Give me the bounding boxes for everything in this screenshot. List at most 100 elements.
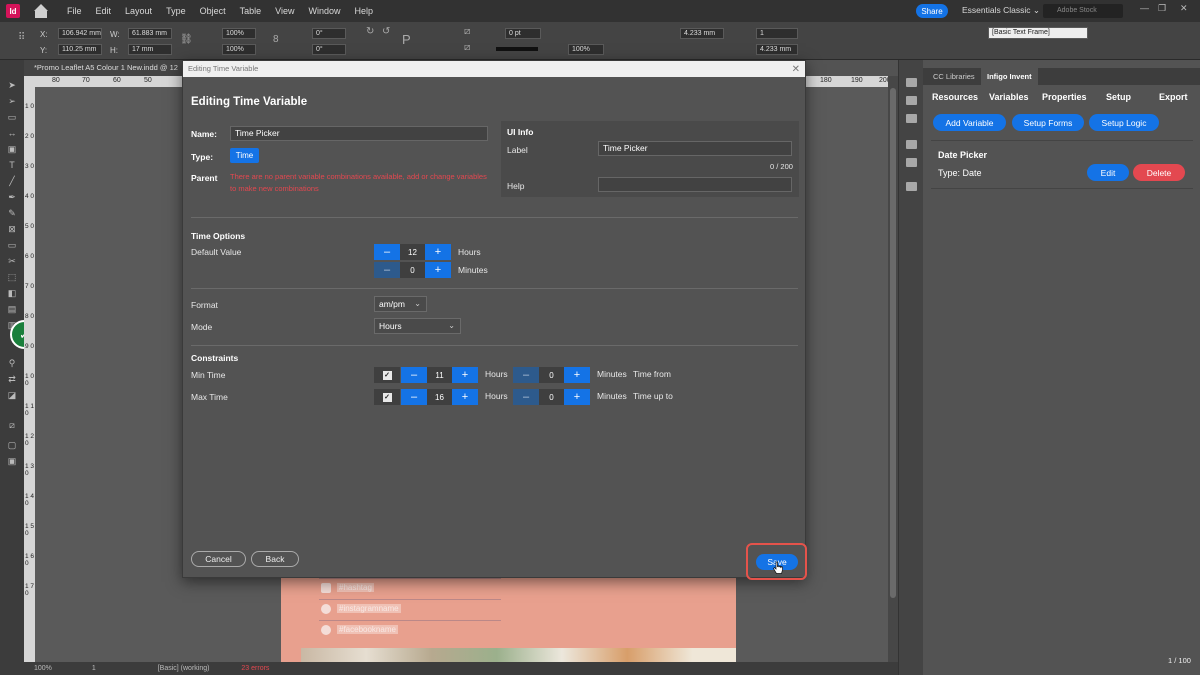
y-field[interactable]: 110.25 mm	[58, 44, 102, 55]
minimize-icon[interactable]: —	[1140, 3, 1149, 13]
x-field[interactable]: 106.942 mm	[58, 28, 102, 39]
setup-logic-button[interactable]: Setup Logic	[1089, 114, 1159, 131]
selection-tool-icon[interactable]: ➤	[6, 80, 18, 90]
layers-icon[interactable]	[906, 96, 917, 105]
adobe-stock-search[interactable]: Adobe Stock	[1043, 4, 1123, 18]
rotate-field[interactable]: 0°	[312, 28, 346, 39]
mode-select[interactable]: Hours ⌄	[374, 318, 461, 334]
tab-infigo-invent[interactable]: Infigo Invent	[981, 68, 1038, 85]
max-minutes-increment-button[interactable]: +	[564, 389, 590, 405]
default-minutes-value[interactable]: 0	[400, 262, 425, 278]
menu-table[interactable]: Table	[233, 6, 269, 16]
min-minutes-decrement-button[interactable]: –	[513, 367, 539, 383]
social-row-facebook[interactable]: #facebookname	[319, 620, 501, 640]
pencil-tool-icon[interactable]: ✎	[6, 208, 18, 218]
edit-variable-button[interactable]: Edit	[1087, 164, 1129, 181]
min-time-checkbox[interactable]: ✓	[374, 367, 400, 383]
apply-none-icon[interactable]: ⧄	[6, 420, 18, 430]
stroke-none-icon[interactable]: ⧄	[464, 42, 470, 53]
vertical-scrollbar[interactable]	[888, 76, 898, 662]
zoom-tool-icon[interactable]: ⚲	[6, 358, 18, 368]
close-icon[interactable]: ✕	[792, 62, 800, 78]
min-hours-increment-button[interactable]: +	[452, 367, 478, 383]
nav-resources[interactable]: Resources	[932, 92, 978, 102]
fill-stroke-swatch-icon[interactable]: ◪	[6, 390, 18, 400]
gap-field-1[interactable]: 4.233 mm	[680, 28, 724, 39]
zoom-level[interactable]: 100%	[34, 665, 52, 672]
label-input[interactable]: Time Picker	[598, 141, 792, 156]
page-number[interactable]: 1	[92, 665, 96, 672]
infigo-icon[interactable]	[906, 182, 917, 191]
scale-x-field[interactable]: 100%	[222, 28, 256, 39]
scale-y-field[interactable]: 100%	[222, 44, 256, 55]
workspace-switcher[interactable]: Essentials Classic ⌄	[962, 5, 1040, 16]
stroke-icon[interactable]	[906, 140, 917, 149]
maximize-icon[interactable]: ❐	[1158, 3, 1166, 14]
max-minutes-value[interactable]: 0	[539, 389, 564, 405]
min-hours-value[interactable]: 11	[427, 367, 452, 383]
scrollbar-thumb[interactable]	[890, 88, 896, 598]
rotate-cw-icon[interactable]: ↻	[366, 26, 374, 37]
gradient-tool-icon[interactable]: ◧	[6, 288, 18, 298]
menu-view[interactable]: View	[268, 6, 301, 16]
name-input[interactable]: Time Picker	[230, 126, 488, 141]
max-minutes-decrement-button[interactable]: –	[513, 389, 539, 405]
home-icon[interactable]	[34, 4, 48, 18]
min-hours-decrement-button[interactable]: –	[401, 367, 427, 383]
document-tab[interactable]: *Promo Leaflet A5 Colour 1 New.indd @ 12	[24, 60, 184, 76]
default-hours-value[interactable]: 12	[400, 244, 425, 260]
gap-field-2[interactable]: 4.233 mm	[756, 44, 798, 55]
opacity-field[interactable]: 100%	[568, 44, 604, 55]
indesign-app-icon[interactable]: Id	[6, 4, 20, 18]
preflight-profile[interactable]: [Basic] (working)	[158, 665, 210, 672]
columns-field[interactable]: 1	[756, 28, 798, 39]
close-window-icon[interactable]: ✕	[1180, 3, 1188, 14]
content-collector-icon[interactable]: ▣	[6, 144, 18, 154]
pen-tool-icon[interactable]: ✒	[6, 192, 18, 202]
direct-selection-tool-icon[interactable]: ➢	[6, 96, 18, 106]
help-input[interactable]	[598, 177, 792, 192]
default-hours-decrement-button[interactable]: –	[374, 244, 400, 260]
links-icon[interactable]	[906, 114, 917, 123]
object-style-select[interactable]: [Basic Text Frame]	[988, 27, 1088, 39]
setup-forms-button[interactable]: Setup Forms	[1012, 114, 1084, 131]
share-button[interactable]: Share	[916, 4, 948, 18]
nav-export[interactable]: Export	[1159, 92, 1188, 102]
max-hours-increment-button[interactable]: +	[452, 389, 478, 405]
swap-fill-stroke-icon[interactable]: ⇄	[6, 374, 18, 384]
selection-tool-p-icon[interactable]: P	[402, 32, 411, 47]
nav-setup[interactable]: Setup	[1106, 92, 1131, 102]
rectangle-frame-tool-icon[interactable]: ⊠	[6, 224, 18, 234]
menu-object[interactable]: Object	[193, 6, 233, 16]
back-button[interactable]: Back	[251, 551, 299, 567]
social-row-instagram[interactable]: #instagramname	[319, 599, 501, 619]
default-hours-increment-button[interactable]: +	[425, 244, 451, 260]
cancel-button[interactable]: Cancel	[191, 551, 246, 567]
nav-properties[interactable]: Properties	[1042, 92, 1087, 102]
preflight-errors[interactable]: 23 errors	[241, 665, 269, 672]
gap-tool-icon[interactable]: ↔	[6, 128, 18, 138]
page-tool-icon[interactable]: ▭	[6, 112, 18, 122]
menu-type[interactable]: Type	[159, 6, 193, 16]
menu-window[interactable]: Window	[301, 6, 347, 16]
max-hours-decrement-button[interactable]: –	[401, 389, 427, 405]
stroke-type-swatch[interactable]	[496, 47, 538, 51]
menu-file[interactable]: File	[60, 6, 89, 16]
link-scale-icon[interactable]: 8	[273, 34, 279, 45]
document-page[interactable]: #hashtag #instagramname #facebookname	[281, 578, 736, 664]
min-minutes-value[interactable]: 0	[539, 367, 564, 383]
gradient-feather-tool-icon[interactable]: ▤	[6, 304, 18, 314]
stroke-weight-field[interactable]: 0 pt	[505, 28, 541, 39]
line-tool-icon[interactable]: ╱	[6, 176, 18, 186]
shear-field[interactable]: 0°	[312, 44, 346, 55]
screen-mode-icon[interactable]: ▣	[6, 456, 18, 466]
cc-libraries-icon[interactable]	[906, 78, 917, 87]
type-tool-icon[interactable]: T	[6, 160, 18, 170]
menu-edit[interactable]: Edit	[89, 6, 119, 16]
free-transform-tool-icon[interactable]: ⬚	[6, 272, 18, 282]
w-field[interactable]: 61.883 mm	[128, 28, 172, 39]
min-minutes-increment-button[interactable]: +	[564, 367, 590, 383]
tab-cc-libraries[interactable]: CC Libraries	[927, 68, 981, 85]
h-field[interactable]: 17 mm	[128, 44, 172, 55]
fill-none-icon[interactable]: ⧄	[464, 26, 470, 37]
